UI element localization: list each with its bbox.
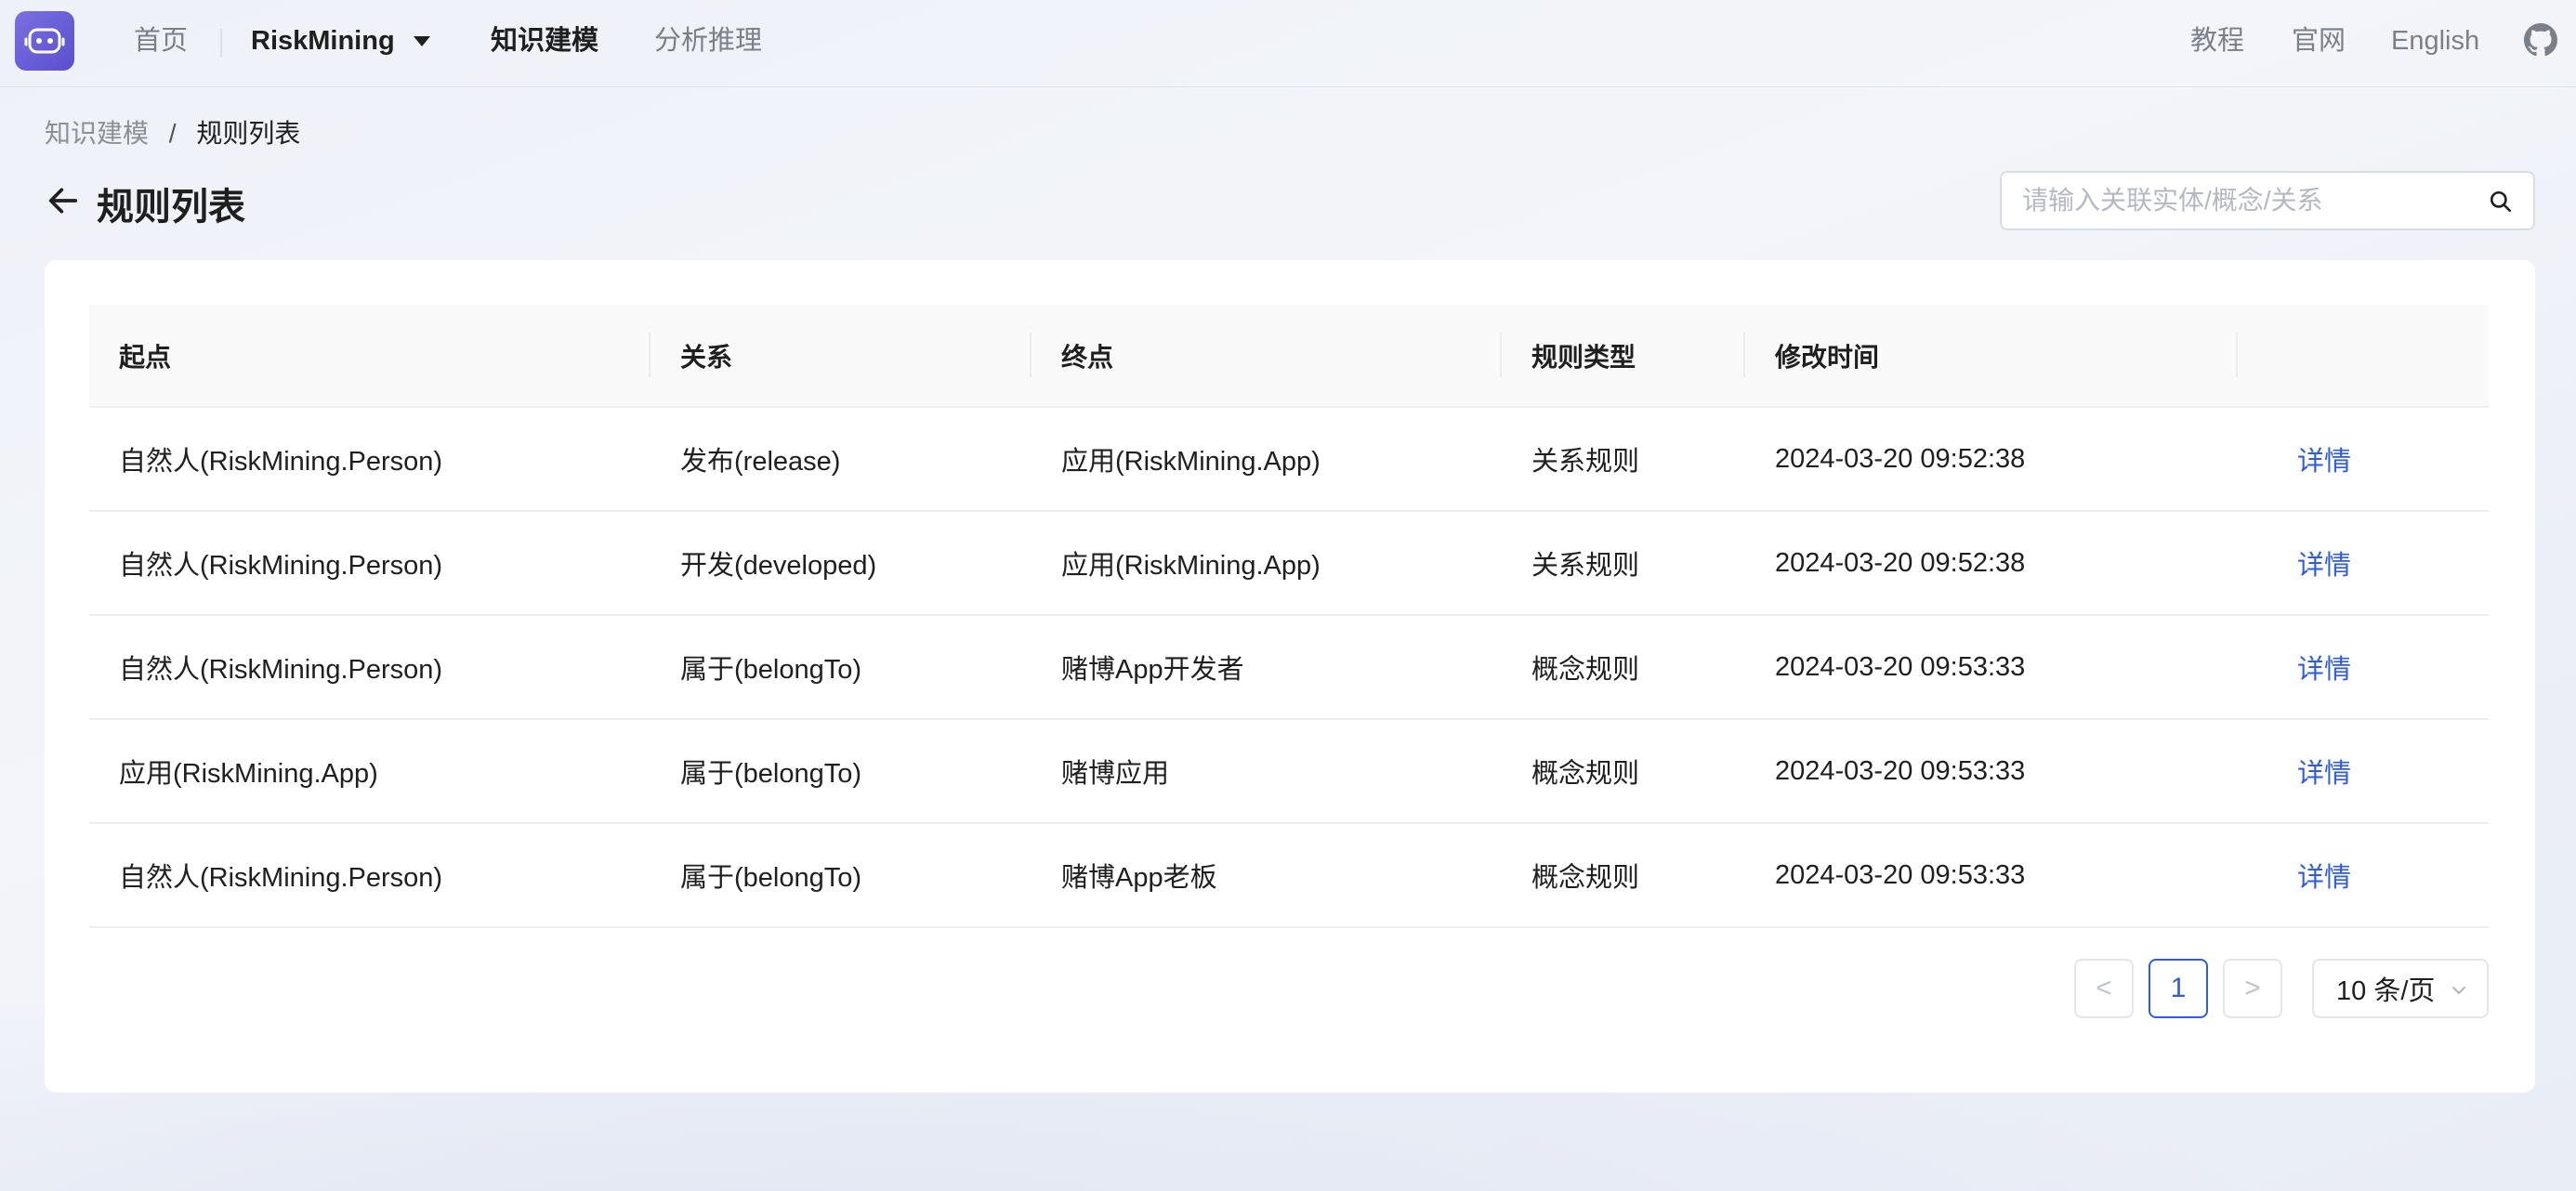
column-header-action xyxy=(2238,305,2489,408)
pagination-prev-button[interactable]: < xyxy=(2074,959,2134,1018)
table-row: 自然人(RiskMining.Person) 开发(developed) 应用(… xyxy=(89,511,2489,616)
cell-relation: 开发(developed) xyxy=(651,511,1032,616)
top-navigation: 首页 RiskMining 知识建模 分析推理 教程 官网 English xyxy=(0,0,2576,87)
project-name: RiskMining xyxy=(251,26,395,56)
cell-end: 赌博应用 xyxy=(1032,719,1502,824)
page-size-select[interactable]: 10 条/页 xyxy=(2312,959,2489,1018)
column-header-rule-type: 规则类型 xyxy=(1502,305,1745,408)
cell-modified-time: 2024-03-20 09:52:38 xyxy=(1745,511,2238,616)
cell-rule-type: 概念规则 xyxy=(1502,719,1745,824)
column-header-modified-time: 修改时间 xyxy=(1745,305,2238,408)
table-row: 应用(RiskMining.App) 属于(belongTo) 赌博应用 概念规… xyxy=(89,719,2489,824)
nav-home[interactable]: 首页 xyxy=(134,0,188,82)
detail-link[interactable]: 详情 xyxy=(2297,655,2351,685)
nav-official-site[interactable]: 官网 xyxy=(2292,0,2346,82)
table-row: 自然人(RiskMining.Person) 属于(belongTo) 赌博Ap… xyxy=(89,615,2489,720)
cell-start: 自然人(RiskMining.Person) xyxy=(89,511,651,616)
column-header-end: 终点 xyxy=(1032,305,1502,408)
nav-analysis-reasoning[interactable]: 分析推理 xyxy=(654,0,762,82)
cell-end: 赌博App开发者 xyxy=(1032,615,1502,720)
cell-modified-time: 2024-03-20 09:53:33 xyxy=(1745,719,2238,824)
chevron-right-icon: > xyxy=(2244,973,2261,1003)
search-icon[interactable] xyxy=(2489,190,2513,214)
table-header-row: 起点 关系 终点 规则类型 修改时间 xyxy=(89,305,2489,408)
chevron-left-icon: < xyxy=(2096,973,2112,1003)
column-header-relation: 关系 xyxy=(651,305,1032,408)
cell-relation: 属于(belongTo) xyxy=(651,823,1032,928)
nav-knowledge-modeling[interactable]: 知识建模 xyxy=(491,0,598,82)
table-row: 自然人(RiskMining.Person) 发布(release) 应用(Ri… xyxy=(89,407,2489,512)
detail-link[interactable]: 详情 xyxy=(2297,759,2351,789)
detail-link[interactable]: 详情 xyxy=(2297,551,2351,581)
robot-brain-logo-icon xyxy=(24,28,65,54)
search-input[interactable] xyxy=(2022,173,2468,229)
search-box xyxy=(2000,171,2535,230)
cell-start: 应用(RiskMining.App) xyxy=(89,719,651,824)
column-header-start: 起点 xyxy=(89,305,651,408)
cell-modified-time: 2024-03-20 09:53:33 xyxy=(1745,823,2238,928)
cell-rule-type: 关系规则 xyxy=(1502,407,1745,512)
rules-card: 起点 关系 终点 规则类型 修改时间 自然人(RiskMining.Person… xyxy=(45,260,2535,1093)
arrow-left-icon[interactable] xyxy=(45,182,82,219)
cell-rule-type: 概念规则 xyxy=(1502,615,1745,720)
caret-down-icon xyxy=(413,35,430,46)
page-title: 规则列表 xyxy=(97,187,245,228)
table-row: 自然人(RiskMining.Person) 属于(belongTo) 赌博Ap… xyxy=(89,823,2489,928)
rules-table: 起点 关系 终点 规则类型 修改时间 自然人(RiskMining.Person… xyxy=(89,305,2489,928)
nav-divider xyxy=(220,29,222,57)
cell-modified-time: 2024-03-20 09:52:38 xyxy=(1745,407,2238,512)
chevron-down-icon xyxy=(2452,987,2465,994)
cell-end: 赌博App老板 xyxy=(1032,823,1502,928)
breadcrumb: 知识建模 / 规则列表 xyxy=(45,113,300,151)
project-selector[interactable]: RiskMining xyxy=(251,0,430,82)
cell-relation: 属于(belongTo) xyxy=(651,719,1032,824)
cell-start: 自然人(RiskMining.Person) xyxy=(89,615,651,720)
detail-link[interactable]: 详情 xyxy=(2297,447,2351,477)
github-icon[interactable] xyxy=(2524,23,2557,57)
language-switch[interactable]: English xyxy=(2391,0,2479,82)
cell-end: 应用(RiskMining.App) xyxy=(1032,511,1502,616)
cell-relation: 发布(release) xyxy=(651,407,1032,512)
cell-rule-type: 关系规则 xyxy=(1502,511,1745,616)
app-logo[interactable] xyxy=(15,11,74,71)
cell-relation: 属于(belongTo) xyxy=(651,615,1032,720)
pagination-next-button[interactable]: > xyxy=(2223,959,2282,1018)
pagination-page-1[interactable]: 1 xyxy=(2149,959,2208,1018)
nav-tutorial[interactable]: 教程 xyxy=(2190,0,2244,82)
detail-link[interactable]: 详情 xyxy=(2297,863,2351,893)
breadcrumb-current: 规则列表 xyxy=(196,119,301,148)
cell-start: 自然人(RiskMining.Person) xyxy=(89,823,651,928)
cell-end: 应用(RiskMining.App) xyxy=(1032,407,1502,512)
breadcrumb-parent[interactable]: 知识建模 xyxy=(45,119,149,148)
page-size-value: 10 条/页 xyxy=(2336,976,2436,1006)
breadcrumb-separator: / xyxy=(168,119,177,148)
cell-start: 自然人(RiskMining.Person) xyxy=(89,407,651,512)
cell-modified-time: 2024-03-20 09:53:33 xyxy=(1745,615,2238,720)
cell-rule-type: 概念规则 xyxy=(1502,823,1745,928)
